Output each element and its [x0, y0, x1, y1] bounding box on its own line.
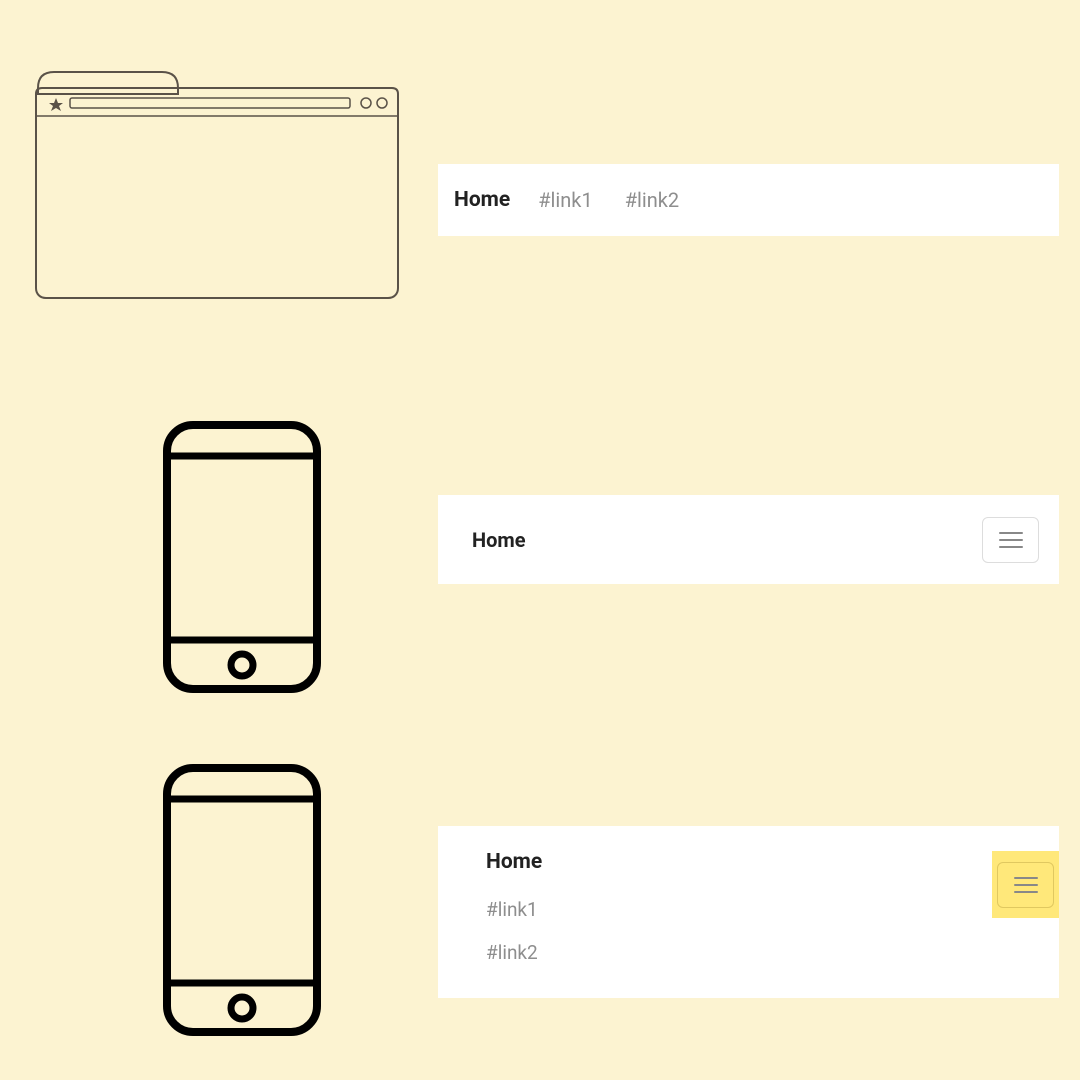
- hamburger-icon: [1014, 877, 1038, 893]
- navbar-brand[interactable]: Home: [486, 850, 1019, 874]
- nav-link-2[interactable]: #link2: [625, 188, 679, 212]
- phone-wireframe: [162, 420, 322, 694]
- navbar-desktop: Home #link1 #link2: [438, 164, 1059, 236]
- navbar-mobile-expanded: Home #link1 #link2: [438, 826, 1059, 998]
- navbar-mobile-collapsed: Home: [438, 495, 1059, 584]
- nav-link-1[interactable]: #link1: [538, 188, 592, 212]
- browser-wireframe: [32, 66, 402, 302]
- hamburger-button-active[interactable]: [997, 862, 1054, 908]
- nav-link-1[interactable]: #link1: [486, 888, 1019, 931]
- hamburger-highlight: [992, 851, 1059, 918]
- navbar-brand[interactable]: Home: [472, 528, 526, 552]
- phone-wireframe: [162, 763, 322, 1037]
- hamburger-button[interactable]: [982, 517, 1039, 563]
- hamburger-icon: [999, 532, 1023, 548]
- navbar-brand[interactable]: Home: [454, 188, 510, 212]
- nav-link-2[interactable]: #link2: [486, 931, 1019, 974]
